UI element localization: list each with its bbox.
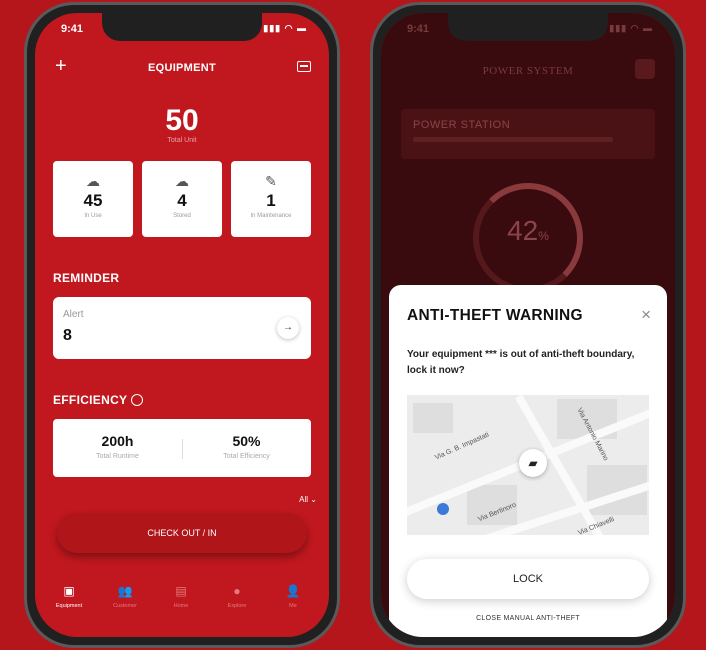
phone-equipment: 9:41 ▮▮▮ ◠ ▬ + EQUIPMENT 50 Total Unit ☁…: [24, 2, 340, 648]
stat-value: 1: [266, 191, 276, 210]
total-units: 50 Total Unit: [35, 104, 329, 145]
status-icons: ▮▮▮ ◠ ▬: [609, 23, 653, 33]
phone-power-system: 9:41 ▮▮▮ ◠ ▬ POWER SYSTEM POWER STATION …: [370, 2, 686, 648]
tab-me[interactable]: 👤 Me: [265, 583, 321, 609]
tab-label: Explore: [227, 603, 247, 609]
gauge-number: 42: [507, 215, 539, 246]
equipment-screen: 9:41 ▮▮▮ ◠ ▬ + EQUIPMENT 50 Total Unit ☁…: [35, 13, 329, 637]
tab-home[interactable]: ▤ Home: [153, 583, 209, 609]
close-manual-anti-theft-link[interactable]: CLOSE MANUAL ANTI-THEFT: [389, 615, 667, 622]
tab-label: Equipment: [55, 603, 83, 609]
header: + EQUIPMENT: [35, 55, 329, 79]
tab-bar: ▣ Equipment 👥 Customer ▤ Home ● Explore …: [35, 577, 329, 627]
anti-theft-modal: ANTI-THEFT WARNING × Your equipment *** …: [389, 285, 667, 637]
power-station-title: POWER STATION: [413, 119, 511, 131]
lock-button[interactable]: LOCK: [407, 559, 649, 599]
battery-gauge: 42%: [473, 183, 583, 293]
runtime: 200h Total Runtime: [53, 433, 182, 460]
message-icon[interactable]: [297, 61, 311, 72]
cloud-icon: ☁: [86, 173, 100, 189]
status-icons: ▮▮▮ ◠ ▬: [263, 23, 307, 33]
runtime-label: Total Runtime: [96, 453, 139, 460]
stat-in-maintenance[interactable]: ✎ 1 In Maintenance: [231, 161, 311, 237]
tab-label: Customer: [113, 603, 137, 609]
map-poi-marker: [437, 503, 449, 515]
power-station-subtitle: [413, 137, 613, 142]
gauge-unit: %: [538, 229, 549, 243]
tab-equipment[interactable]: ▣ Equipment: [41, 583, 97, 609]
stat-in-use[interactable]: ☁ 45 In Use: [53, 161, 133, 237]
total-units-value: 50: [165, 104, 199, 137]
equipment-location-pin-icon[interactable]: ▰: [519, 449, 547, 477]
customer-icon: 👥: [117, 584, 133, 598]
alert-value: 8: [63, 327, 72, 344]
person-icon: 👤: [285, 584, 301, 598]
runtime-value: 200h: [101, 433, 134, 449]
total-units-label: Total Unit: [167, 137, 197, 144]
wrench-icon: ✎: [265, 173, 277, 189]
explore-icon: ●: [233, 584, 241, 598]
cloud-icon: ☁: [175, 173, 189, 189]
efficiency-value: 50%: [232, 433, 261, 449]
tab-label: Me: [289, 603, 297, 609]
efficiency: 50% Total Efficiency: [182, 433, 311, 460]
efficiency-heading: EFFICIENCY: [53, 393, 144, 407]
alert-card[interactable]: Alert 8 →: [53, 297, 311, 359]
location-map[interactable]: Via G. B. Impastati Via Antonio Marino V…: [407, 395, 649, 535]
modal-message: Your equipment *** is out of anti-theft …: [407, 349, 635, 376]
page-title: POWER SYSTEM: [482, 65, 574, 77]
stat-label: Stored: [173, 213, 191, 219]
filter-dropdown[interactable]: All ⌄: [299, 495, 317, 504]
arrow-right-icon[interactable]: →: [277, 317, 299, 339]
home-icon: ▤: [175, 584, 187, 598]
efficiency-card: 200h Total Runtime 50% Total Efficiency: [53, 419, 311, 477]
info-icon[interactable]: [131, 394, 144, 406]
reminder-heading: REMINDER: [53, 271, 120, 285]
checkout-button[interactable]: CHECK OUT / IN: [57, 513, 307, 553]
power-station-card: POWER STATION: [401, 109, 655, 159]
phone-notch: [448, 13, 608, 41]
efficiency-label: Total Efficiency: [223, 453, 270, 460]
map-label: Via G. B. Impastati: [434, 431, 491, 462]
status-time: 9:41: [61, 23, 84, 35]
tab-label: Home: [173, 603, 189, 609]
stat-label: In Maintenance: [250, 213, 292, 219]
stat-value: 4: [177, 191, 187, 210]
page-title: EQUIPMENT: [147, 62, 217, 74]
map-block: [413, 403, 453, 433]
power-system-screen: 9:41 ▮▮▮ ◠ ▬ POWER SYSTEM POWER STATION …: [381, 13, 675, 637]
stat-value: 45: [83, 191, 103, 210]
equipment-icon: ▣: [63, 584, 75, 598]
modal-title: ANTI-THEFT WARNING: [407, 307, 583, 324]
alert-label: Alert: [63, 309, 84, 320]
status-stats: ☁ 45 In Use ☁ 4 Stored ✎ 1 In Maintenanc…: [53, 161, 311, 237]
tab-explore[interactable]: ● Explore: [209, 583, 265, 609]
efficiency-heading-label: EFFICIENCY: [53, 393, 128, 407]
phone-notch: [102, 13, 262, 41]
stat-stored[interactable]: ☁ 4 Stored: [142, 161, 222, 237]
status-time: 9:41: [407, 23, 430, 35]
tab-customer[interactable]: 👥 Customer: [97, 583, 153, 609]
gauge-value: 42%: [479, 215, 577, 247]
message-icon[interactable]: [635, 59, 655, 79]
close-icon[interactable]: ×: [641, 305, 651, 325]
stat-label: In Use: [84, 213, 102, 219]
